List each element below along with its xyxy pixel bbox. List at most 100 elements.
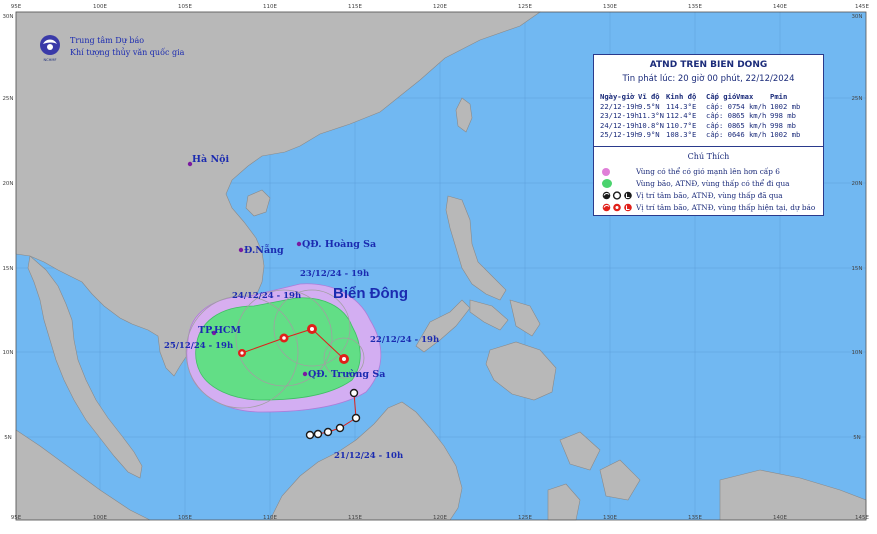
forecast-cell: 9.5°N [638,101,660,111]
track-label-2412: 24/12/24 - 19h [232,291,301,301]
tick-label: 105E [178,515,192,521]
past-center-marker [305,430,315,440]
tick-label: 145E [855,4,869,10]
forecast-cell: 112.4°E [666,111,697,120]
tick-label: 95E [11,4,22,10]
tick-label: 145E [855,515,869,521]
tick-label: 10N [851,350,862,356]
forecast-title: ATND TREN BIEN DONG [649,60,768,70]
tick-label: 110E [263,515,277,521]
past-center-icons [602,191,636,200]
tick-label: 10N [2,350,13,356]
forecast-cell: 24/12-19h [600,120,639,130]
forecast-cell: 22/12-19h [600,101,639,111]
forecast-issued: Tin phát lúc: 20 giờ 00 phút, 22/12/2024 [622,74,795,84]
label-hcm: TP.HCM [198,325,241,336]
tick-label: 25N [2,96,13,102]
label-hanoi: Hà Nội [192,154,229,165]
tick-label: 30N [851,14,862,20]
forecast-table-row: 24/12-19h 10.8°N 110.7°E cấp: 08 65 km/h 998 … [600,121,810,131]
label-truongsa: QĐ. Trường Sa [308,369,385,380]
forecast-cell: cấp: 08 [706,120,737,130]
tick-label: 125E [518,4,532,10]
label-bien-dong: Biển Đông [333,285,408,302]
past-center-marker [323,427,333,437]
legend-item-storm-zone: Vùng bão, ATNĐ, vùng thấp có thể đi qua [602,179,790,188]
forecast-cell: 110.7°E [666,120,697,130]
forecast-cell: 65 km/h [736,120,767,130]
tick-label: 20N [2,181,13,187]
forecast-cell: 9.9°N [638,130,660,139]
track-label-2112: 21/12/24 - 10h [334,451,403,461]
forecast-table: Ngày-giờ Vĩ độ Kinh độ Cấp gió Vmax Pmin 22/12… [600,92,810,140]
tick-label: 5N [853,435,861,441]
tick-label: 25N [851,96,862,102]
forecast-header-cell: Ngày-giờ [600,92,635,101]
tick-label: 140E [773,4,787,10]
legend-title: Chú Thích [687,152,730,161]
track-label-2212: 22/12/24 - 19h [370,335,439,345]
forecast-header-cell: Kinh độ [666,92,697,101]
forecast-table-row: 23/12-19h 11.3°N 112.4°E cấp: 08 65 km/h 998 … [600,111,810,121]
tick-label: 30N [2,14,13,20]
past-center-marker [349,388,359,398]
tick-label: 120E [433,515,447,521]
forecast-cell: 65 km/h [736,111,767,120]
forecast-cell: 1002 mb [770,130,801,139]
forecast-legend-panel: ATND TREN BIEN DONG Tin phát lúc: 20 giờ… [593,54,824,216]
tick-label: 140E [773,515,787,521]
agency-line-1: Trung tâm Dự báo [70,36,144,45]
forecast-cell: cấp: 06 [706,130,737,139]
current-center-icons [602,203,636,212]
legend-item-past-center: Vị trí tâm bão, ATNĐ, vùng thấp đã qua [602,191,783,200]
green-zone-icon [602,179,612,188]
tick-label: 120E [433,4,447,10]
forecast-cell: 114.3°E [666,101,697,111]
forecast-cell: 998 mb [770,120,796,130]
forecast-cell: 23/12-19h [600,111,639,120]
forecast-cell: 11.3°N [638,111,664,120]
tick-label: 5N [4,435,12,441]
latitude-ticks-left: 30N 25N 20N 15N 10N 5N [2,14,13,441]
forecast-cell: cấp: 07 [706,101,737,111]
forecast-header-cell: Pmin [770,92,788,101]
forecast-cell: 10.8°N [638,120,664,130]
tick-label: 130E [603,515,617,521]
past-center-marker [351,413,361,423]
label-danang: Đ.Nẵng [244,244,284,256]
forecast-cell: 998 mb [770,111,796,120]
forecast-cell: 108.3°E [666,130,697,139]
forecast-header-cell: Vĩ độ [638,92,660,101]
longitude-ticks-top: 95E 100E 105E 110E 115E 120E 125E 130E 135E 140E 1… [11,4,870,10]
tick-label: 20N [851,181,862,187]
tick-label: 135E [688,4,702,10]
forecast-cell: 54 km/h [736,101,767,111]
past-center-marker [313,429,323,439]
forecast-header-cell: Cấp gió [706,92,737,101]
tick-label: 125E [518,515,532,521]
past-center-marker [335,423,345,433]
tick-label: 95E [11,515,22,521]
agency-logo-text: NCHMF [43,58,56,62]
tick-label: 100E [93,515,107,521]
tick-label: 105E [178,4,192,10]
tick-label: 115E [348,515,362,521]
tick-label: 115E [348,4,362,10]
legend-item-wind: Vùng có thể có gió mạnh lên hơn cấp 6 [602,167,780,176]
panel-divider [594,146,823,147]
agency-line-2: Khí tượng thủy văn quốc gia [70,48,185,57]
purple-zone-icon [602,167,610,176]
track-label-2312: 23/12/24 - 19h [300,269,369,279]
tick-label: 15N [2,266,13,272]
legend-item-current-center: Vị trí tâm bão, ATNĐ, vùng thấp hiện tại… [602,203,815,212]
tick-label: 100E [93,4,107,10]
forecast-table-row: 22/12-19h 9.5°N 114.3°E cấp: 07 54 km/h 1002 … [600,102,810,112]
tick-label: 130E [603,4,617,10]
forecast-cell: 1002 mb [770,101,801,111]
forecast-header-cell: Vmax [736,92,754,101]
forecast-table-row: 25/12-19h 9.9°N 108.3°E cấp: 06 46 km/h 1002 … [600,130,810,140]
tick-label: 15N [851,266,862,272]
label-hoangsa: QĐ. Hoàng Sa [302,239,376,250]
tick-label: 135E [688,515,702,521]
forecast-cell: 46 km/h [736,130,767,139]
